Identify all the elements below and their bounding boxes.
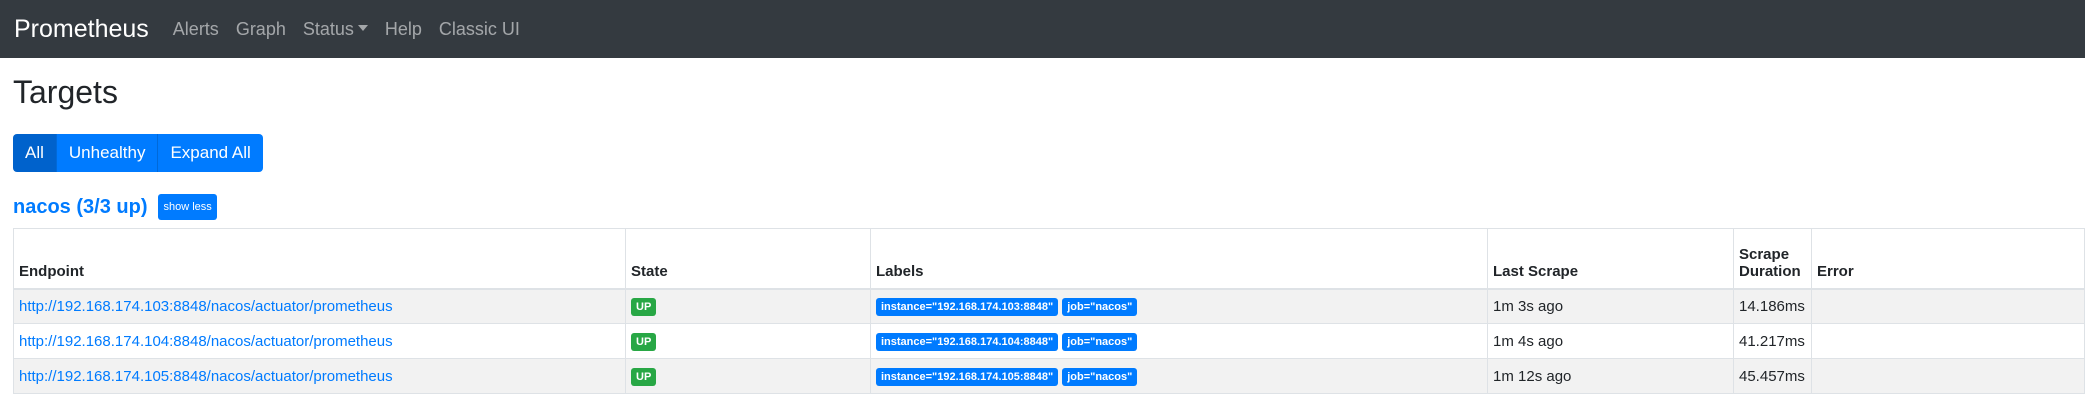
instance-label-badge: instance="192.168.174.104:8848" xyxy=(876,332,1059,351)
nav-alerts[interactable]: Alerts xyxy=(173,19,219,40)
state-badge: UP xyxy=(631,332,657,351)
show-less-button[interactable]: show less xyxy=(158,194,217,220)
nav-classic-ui[interactable]: Classic UI xyxy=(439,19,520,40)
scrape-duration-cell: 45.457ms xyxy=(1733,358,1812,394)
targets-table: Endpoint State Labels Last Scrape Scrape… xyxy=(13,228,2085,394)
state-badge: UP xyxy=(631,367,657,386)
header-duration-line1: Scrape xyxy=(1739,245,1790,263)
error-cell xyxy=(1811,288,2085,324)
state-cell: UP xyxy=(625,358,871,394)
header-error: Error xyxy=(1811,228,2085,290)
job-label-badge: job="nacos" xyxy=(1062,332,1138,351)
endpoint-link[interactable]: http://192.168.174.104:8848/nacos/actuat… xyxy=(19,333,393,350)
instance-label-badge: instance="192.168.174.103:8848" xyxy=(876,297,1059,316)
nav-status-label: Status xyxy=(302,18,354,39)
job-label-badge: job="nacos" xyxy=(1062,367,1138,386)
job-label-badge: job="nacos" xyxy=(1062,297,1138,316)
nav-help[interactable]: Help xyxy=(385,19,422,40)
labels-cell: instance="192.168.174.103:8848" job="naco… xyxy=(870,288,1488,324)
last-scrape-cell: 1m 4s ago xyxy=(1487,323,1734,359)
state-cell: UP xyxy=(625,323,871,359)
endpoint-link[interactable]: http://192.168.174.103:8848/nacos/actuat… xyxy=(19,298,393,315)
nav-graph[interactable]: Graph xyxy=(236,19,286,40)
last-scrape-cell: 1m 3s ago xyxy=(1487,288,1734,324)
labels-cell: instance="192.168.174.104:8848" job="naco… xyxy=(870,323,1488,359)
endpoint-cell: http://192.168.174.104:8848/nacos/actuat… xyxy=(13,323,626,359)
job-header: nacos (3/3 up) show less xyxy=(13,194,217,220)
labels-cell: instance="192.168.174.105:8848" job="naco… xyxy=(870,358,1488,394)
job-title-link[interactable]: nacos (3/3 up) xyxy=(13,196,147,219)
filter-unhealthy-button[interactable]: Unhealthy xyxy=(56,134,159,172)
nav-status-dropdown[interactable]: Status xyxy=(303,19,368,40)
scrape-duration-cell: 14.186ms xyxy=(1733,288,1812,324)
endpoint-cell: http://192.168.174.103:8848/nacos/actuat… xyxy=(13,288,626,324)
scrape-duration-cell: 41.217ms xyxy=(1733,323,1812,359)
header-state: State xyxy=(625,228,871,290)
filter-all-button[interactable]: All xyxy=(13,134,57,172)
table-header-row: Endpoint State Labels Last Scrape Scrape… xyxy=(13,228,2085,290)
header-scrape-duration: Scrape Duration xyxy=(1733,228,1812,290)
endpoint-link[interactable]: http://192.168.174.105:8848/nacos/actuat… xyxy=(19,368,393,385)
state-badge: UP xyxy=(631,297,657,316)
top-navbar: Prometheus Alerts Graph Status Help Clas… xyxy=(0,0,2085,58)
brand-link[interactable]: Prometheus xyxy=(14,15,149,44)
expand-all-button[interactable]: Expand All xyxy=(158,134,263,172)
page-title: Targets xyxy=(13,74,118,110)
header-endpoint: Endpoint xyxy=(13,228,626,290)
target-filter-group: All Unhealthy Expand All xyxy=(13,134,263,172)
table-row: http://192.168.174.103:8848/nacos/actuat… xyxy=(13,288,2085,324)
state-cell: UP xyxy=(625,288,871,324)
table-row: http://192.168.174.105:8848/nacos/actuat… xyxy=(13,358,2085,394)
chevron-down-icon xyxy=(357,24,368,31)
last-scrape-cell: 1m 12s ago xyxy=(1487,358,1734,394)
table-row: http://192.168.174.104:8848/nacos/actuat… xyxy=(13,323,2085,359)
header-last-scrape: Last Scrape xyxy=(1487,228,1734,290)
error-cell xyxy=(1811,358,2085,394)
instance-label-badge: instance="192.168.174.105:8848" xyxy=(876,367,1059,386)
error-cell xyxy=(1811,323,2085,359)
header-duration-line2: Duration xyxy=(1739,262,1801,280)
header-labels: Labels xyxy=(870,228,1488,290)
endpoint-cell: http://192.168.174.105:8848/nacos/actuat… xyxy=(13,358,626,394)
